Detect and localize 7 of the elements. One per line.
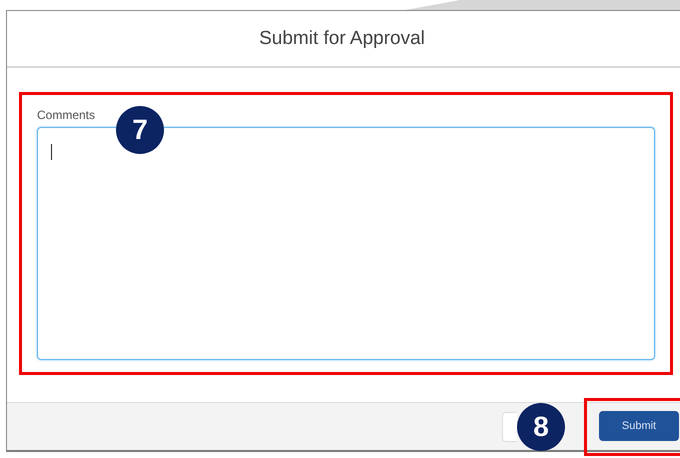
cancel-button[interactable] [502, 412, 517, 442]
text-cursor [51, 144, 52, 160]
submit-button[interactable]: Submit [599, 410, 679, 440]
comments-label: Comments [37, 108, 96, 122]
step-badge: 7 [116, 106, 164, 154]
step-badge: 8 [517, 403, 565, 451]
dialog-title: Submit for Approval [259, 28, 425, 50]
